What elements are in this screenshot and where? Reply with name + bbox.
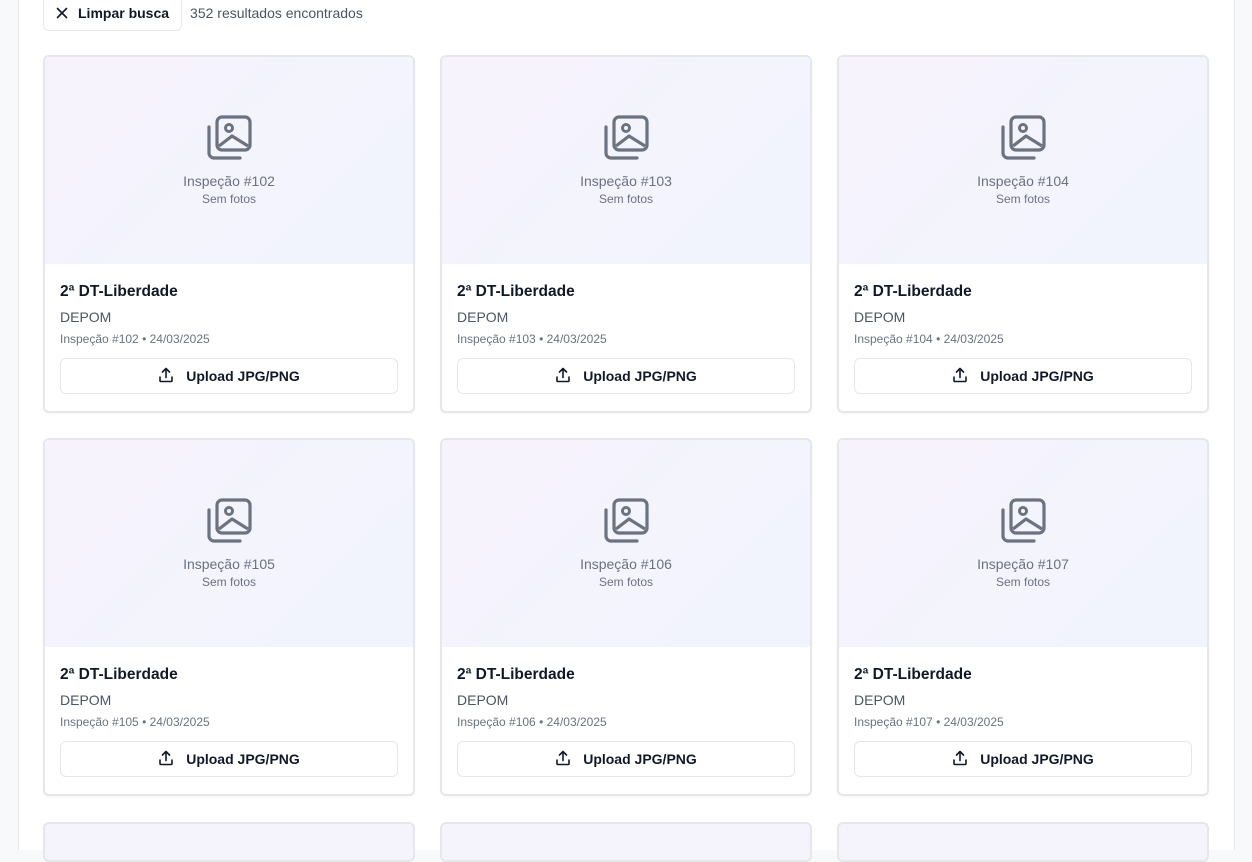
- card-title: 2ª DT-Liberdade: [60, 666, 178, 683]
- search-toolbar: Limpar busca 352 resultados encontrados: [43, 0, 363, 31]
- card-title: 2ª DT-Liberdade: [457, 283, 575, 300]
- thumbnail-subtitle: Sem fotos: [995, 575, 1051, 589]
- upload-button[interactable]: Upload JPG/PNG: [457, 741, 795, 777]
- card-thumbnail: Inspeção #107 Sem fotos: [839, 440, 1207, 647]
- upload-label: Upload JPG/PNG: [583, 751, 697, 767]
- thumbnail-title: Inspeção #107: [977, 556, 1069, 572]
- images-icon: [206, 498, 252, 544]
- images-icon: [603, 115, 649, 161]
- inspection-card-partial[interactable]: [440, 822, 812, 862]
- thumbnail-title: Inspeção #105: [183, 556, 275, 572]
- upload-label: Upload JPG/PNG: [980, 368, 1094, 384]
- card-org: DEPOM: [854, 309, 906, 325]
- card-meta: Inspeção #106 • 24/03/2025: [457, 715, 607, 729]
- inspection-card[interactable]: Inspeção #107 Sem fotos 2ª DT-Liberdade …: [837, 438, 1209, 796]
- upload-label: Upload JPG/PNG: [186, 368, 300, 384]
- card-org: DEPOM: [457, 692, 509, 708]
- card-title: 2ª DT-Liberdade: [457, 666, 575, 683]
- result-count: 352 resultados encontrados: [190, 4, 363, 21]
- inspection-card-partial[interactable]: [43, 822, 415, 862]
- clear-search-label: Limpar busca: [78, 4, 170, 21]
- inspection-card[interactable]: Inspeção #104 Sem fotos 2ª DT-Liberdade …: [837, 55, 1209, 413]
- card-title: 2ª DT-Liberdade: [854, 283, 972, 300]
- card-meta: Inspeção #104 • 24/03/2025: [854, 332, 1004, 346]
- images-icon: [1000, 115, 1046, 161]
- upload-icon: [555, 367, 571, 386]
- card-org: DEPOM: [854, 692, 906, 708]
- upload-label: Upload JPG/PNG: [583, 368, 697, 384]
- card-thumbnail: Inspeção #102 Sem fotos: [45, 57, 413, 264]
- inspection-card[interactable]: Inspeção #102 Sem fotos 2ª DT-Liberdade …: [43, 55, 415, 413]
- images-icon: [603, 498, 649, 544]
- upload-icon: [952, 750, 968, 769]
- close-icon: [56, 7, 68, 19]
- inspection-card[interactable]: Inspeção #105 Sem fotos 2ª DT-Liberdade …: [43, 438, 415, 796]
- thumbnail-subtitle: Sem fotos: [201, 192, 257, 206]
- thumbnail-subtitle: Sem fotos: [598, 192, 654, 206]
- inspection-card-partial[interactable]: [837, 822, 1209, 862]
- card-meta: Inspeção #107 • 24/03/2025: [854, 715, 1004, 729]
- inspection-card[interactable]: Inspeção #106 Sem fotos 2ª DT-Liberdade …: [440, 438, 812, 796]
- inspection-grid: Inspeção #102 Sem fotos 2ª DT-Liberdade …: [43, 55, 1209, 796]
- card-org: DEPOM: [60, 692, 112, 708]
- thumbnail-title: Inspeção #104: [977, 173, 1069, 189]
- upload-icon: [158, 367, 174, 386]
- upload-icon: [158, 750, 174, 769]
- upload-label: Upload JPG/PNG: [980, 751, 1094, 767]
- upload-button[interactable]: Upload JPG/PNG: [854, 741, 1192, 777]
- clear-search-button[interactable]: Limpar busca: [43, 0, 183, 31]
- upload-button[interactable]: Upload JPG/PNG: [854, 358, 1192, 394]
- card-meta: Inspeção #102 • 24/03/2025: [60, 332, 210, 346]
- card-meta: Inspeção #105 • 24/03/2025: [60, 715, 210, 729]
- card-title: 2ª DT-Liberdade: [60, 283, 178, 300]
- upload-icon: [555, 750, 571, 769]
- inspection-card[interactable]: Inspeção #103 Sem fotos 2ª DT-Liberdade …: [440, 55, 812, 413]
- upload-icon: [952, 367, 968, 386]
- card-thumbnail: Inspeção #105 Sem fotos: [45, 440, 413, 647]
- thumbnail-title: Inspeção #102: [183, 173, 275, 189]
- card-title: 2ª DT-Liberdade: [854, 666, 972, 683]
- card-org: DEPOM: [60, 309, 112, 325]
- thumbnail-title: Inspeção #106: [580, 556, 672, 572]
- card-meta: Inspeção #103 • 24/03/2025: [457, 332, 607, 346]
- upload-button[interactable]: Upload JPG/PNG: [60, 358, 398, 394]
- card-thumbnail: Inspeção #103 Sem fotos: [442, 57, 810, 264]
- card-org: DEPOM: [457, 309, 509, 325]
- thumbnail-subtitle: Sem fotos: [995, 192, 1051, 206]
- upload-label: Upload JPG/PNG: [186, 751, 300, 767]
- thumbnail-subtitle: Sem fotos: [201, 575, 257, 589]
- card-thumbnail: Inspeção #106 Sem fotos: [442, 440, 810, 647]
- upload-button[interactable]: Upload JPG/PNG: [457, 358, 795, 394]
- upload-button[interactable]: Upload JPG/PNG: [60, 741, 398, 777]
- card-thumbnail: Inspeção #104 Sem fotos: [839, 57, 1207, 264]
- next-row-cards: [43, 822, 1209, 862]
- images-icon: [206, 115, 252, 161]
- thumbnail-subtitle: Sem fotos: [598, 575, 654, 589]
- images-icon: [1000, 498, 1046, 544]
- thumbnail-title: Inspeção #103: [580, 173, 672, 189]
